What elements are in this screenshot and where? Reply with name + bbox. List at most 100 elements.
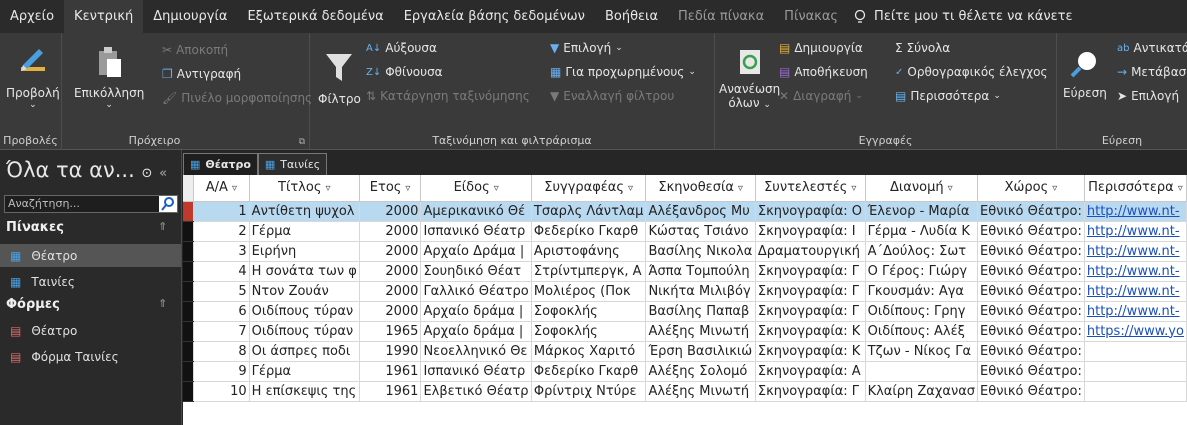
table-cell[interactable]: Αμερικανικό Θέ: [420, 201, 532, 222]
table-cell[interactable]: Ισπανικό Θέατρ: [420, 361, 532, 382]
record-selector[interactable]: [183, 281, 195, 302]
table-row[interactable]: 5 Ντον Ζουάν 2000 Γαλλικό Θέατρο Μολιέρος (Π…: [183, 281, 1187, 302]
record-selector[interactable]: [183, 361, 195, 382]
nav-item-table-movies[interactable]: ▦ Ταινίες: [0, 270, 181, 293]
table-cell[interactable]: http://www.nt-: [1084, 261, 1187, 282]
tell-me-box[interactable]: Πείτε μου τι θέλετε να κάνετε: [854, 9, 1073, 24]
table-cell[interactable]: 1: [193, 201, 250, 222]
copy-button[interactable]: ❐ Αντιγραφή: [162, 67, 241, 81]
table-cell[interactable]: [1084, 361, 1187, 382]
dropdown-arrow-icon[interactable]: ▿: [1052, 183, 1057, 194]
table-cell[interactable]: Η επίσκεψις της: [249, 381, 360, 402]
table-cell[interactable]: Άσπα Τομπούλη: [645, 261, 756, 282]
table-cell[interactable]: 2000: [359, 261, 422, 282]
table-cell[interactable]: Σοφοκλής: [531, 301, 647, 322]
table-cell[interactable]: Οιδίπους τύραν: [249, 301, 360, 322]
table-cell[interactable]: Ο Γέρος: Γιώργ: [865, 261, 979, 282]
table-cell[interactable]: Εθνικό Θέατρο:: [977, 341, 1085, 362]
table-cell[interactable]: Κλαίρη Ζαχανασ: [865, 381, 979, 402]
record-selector[interactable]: [183, 381, 195, 402]
table-cell[interactable]: [865, 361, 979, 382]
table-cell[interactable]: Αλέξης Μινωτή: [645, 381, 756, 402]
table-cell[interactable]: 8: [193, 341, 250, 362]
record-selector[interactable]: [183, 341, 195, 362]
tab-0[interactable]: Αρχείο: [0, 0, 64, 33]
table-cell[interactable]: Ισπανικό Θέατρ: [420, 221, 532, 242]
table-cell[interactable]: Αριστοφάνης: [531, 241, 647, 262]
table-cell[interactable]: Φεδερίκο Γκαρθ: [531, 361, 647, 382]
column-header[interactable]: Τίτλος ▿: [249, 175, 360, 202]
table-cell[interactable]: Οιδίπους: Γρηγ: [865, 301, 979, 322]
doc-tab-theatre[interactable]: ▦ Θέατρο: [183, 153, 258, 175]
advanced-button[interactable]: ▦ Για προχωρημένους ⌄: [550, 65, 696, 79]
nav-section-forms[interactable]: Φόρμες ⇑: [6, 297, 167, 312]
tab-3[interactable]: Εξωτερικά δεδομένα: [237, 0, 393, 33]
table-cell[interactable]: Εθνικό Θέατρο:: [977, 221, 1085, 242]
dropdown-arrow-icon[interactable]: ▿: [232, 183, 237, 194]
table-cell[interactable]: Μάρκος Χαριτό: [531, 341, 647, 362]
table-cell[interactable]: 7: [193, 321, 250, 342]
table-cell[interactable]: Εθνικό Θέατρο:: [977, 301, 1085, 322]
table-cell[interactable]: Εθνικό Θέατρο:: [977, 261, 1085, 282]
column-header[interactable]: Είδος ▿: [420, 175, 532, 202]
format-painter-button[interactable]: 🖌 Πινέλο μορφοποίησης: [162, 91, 312, 105]
table-cell[interactable]: Αρχαίο Δράμα |: [420, 241, 532, 262]
circle-chevron-down-icon[interactable]: ⊙: [141, 166, 152, 181]
table-cell[interactable]: Έρση Βασιλικιώ: [645, 341, 756, 362]
table-cell[interactable]: Εθνικό Θέατρο:: [977, 361, 1085, 382]
table-cell[interactable]: Μολιέρος (Ποκ: [531, 281, 647, 302]
replace-button[interactable]: abΑντικατάσταση: [1117, 41, 1187, 55]
table-cell[interactable]: Σουηδικό Θέατ: [420, 261, 532, 282]
sort-descending-button[interactable]: Z↓ Φθίνουσα: [366, 65, 443, 79]
tab-4[interactable]: Εργαλεία βάσης δεδομένων: [394, 0, 595, 33]
table-cell[interactable]: Αρχαίο δράμα |: [420, 321, 532, 342]
table-cell[interactable]: Σοφοκλής: [531, 321, 647, 342]
table-cell[interactable]: Σκηνογραφία: Ι: [755, 221, 866, 242]
remove-sort-button[interactable]: ⇅ Κατάργηση ταξινόμησης: [366, 89, 530, 103]
table-cell[interactable]: Φρίντριχ Ντύρε: [531, 381, 647, 402]
sort-ascending-button[interactable]: A↓ Αύξουσα: [366, 41, 437, 55]
selection-button[interactable]: ▼ Επιλογή ⌄: [550, 41, 623, 55]
table-cell[interactable]: 2: [193, 221, 250, 242]
table-cell[interactable]: Σκηνογραφία: Ο: [755, 201, 866, 222]
nav-item-table-theatre[interactable]: ▦ Θέατρο: [0, 244, 181, 267]
totals-button[interactable]: Σ Σύνολα: [895, 41, 950, 55]
table-cell[interactable]: Οιδίπους: Αλέξ: [865, 321, 979, 342]
table-cell[interactable]: http://www.nt-: [1084, 301, 1187, 322]
table-cell[interactable]: https://www.yo: [1084, 321, 1187, 342]
record-selector[interactable]: [183, 221, 195, 242]
table-cell[interactable]: [1084, 381, 1187, 402]
table-cell[interactable]: 2000: [359, 221, 422, 242]
dialog-launcher-icon[interactable]: ⧉: [299, 137, 305, 147]
cut-button[interactable]: ✂ Αποκοπή: [162, 43, 228, 57]
dropdown-arrow-icon[interactable]: ▿: [325, 183, 330, 194]
save-record-button[interactable]: ▤ Αποθήκευση: [779, 65, 868, 79]
table-cell[interactable]: Δραματουργική: [755, 241, 866, 262]
table-cell[interactable]: Γέρμα: [249, 221, 360, 242]
table-cell[interactable]: [1084, 341, 1187, 362]
table-row[interactable]: 7 Οιδίπους τύραν 1965 Αρχαίο δράμα | Σοφοκλή…: [183, 321, 1187, 342]
table-cell[interactable]: Αντίθετη ψυχολ: [249, 201, 360, 222]
table-cell[interactable]: 2000: [359, 281, 422, 302]
table-cell[interactable]: 1990: [359, 341, 422, 362]
doc-tab-movies[interactable]: ▦ Ταινίες: [257, 153, 328, 175]
nav-item-form-theatre[interactable]: ▤ Θέατρο: [0, 319, 181, 342]
dropdown-arrow-icon[interactable]: ▿: [494, 183, 499, 194]
record-selector[interactable]: [183, 301, 195, 322]
table-cell[interactable]: Αρχαίο δράμα |: [420, 301, 532, 322]
table-cell[interactable]: Γέρμα: [249, 361, 360, 382]
filter-button[interactable]: Φίλτρο: [318, 51, 361, 106]
goto-button[interactable]: →Μετάβαση: [1117, 65, 1187, 79]
tab-7[interactable]: Πίνακας: [774, 0, 848, 33]
column-header[interactable]: Συντελεστές ▿: [755, 175, 866, 202]
table-cell[interactable]: http://www.nt-: [1084, 281, 1187, 302]
delete-record-button[interactable]: ✕ Διαγραφή ⌄: [779, 89, 863, 103]
record-selector[interactable]: [183, 201, 195, 222]
table-cell[interactable]: Αλέξανδρος Μυ: [645, 201, 756, 222]
table-cell[interactable]: 1961: [359, 381, 422, 402]
table-cell[interactable]: Γκουσμάν: Αγα: [865, 281, 979, 302]
dropdown-arrow-icon[interactable]: ▿: [948, 183, 953, 194]
column-header[interactable]: Σκηνοθεσία ▿: [645, 175, 756, 202]
table-cell[interactable]: http://www.nt-: [1084, 221, 1187, 242]
table-cell[interactable]: Τζων - Νίκος Γα: [865, 341, 979, 362]
